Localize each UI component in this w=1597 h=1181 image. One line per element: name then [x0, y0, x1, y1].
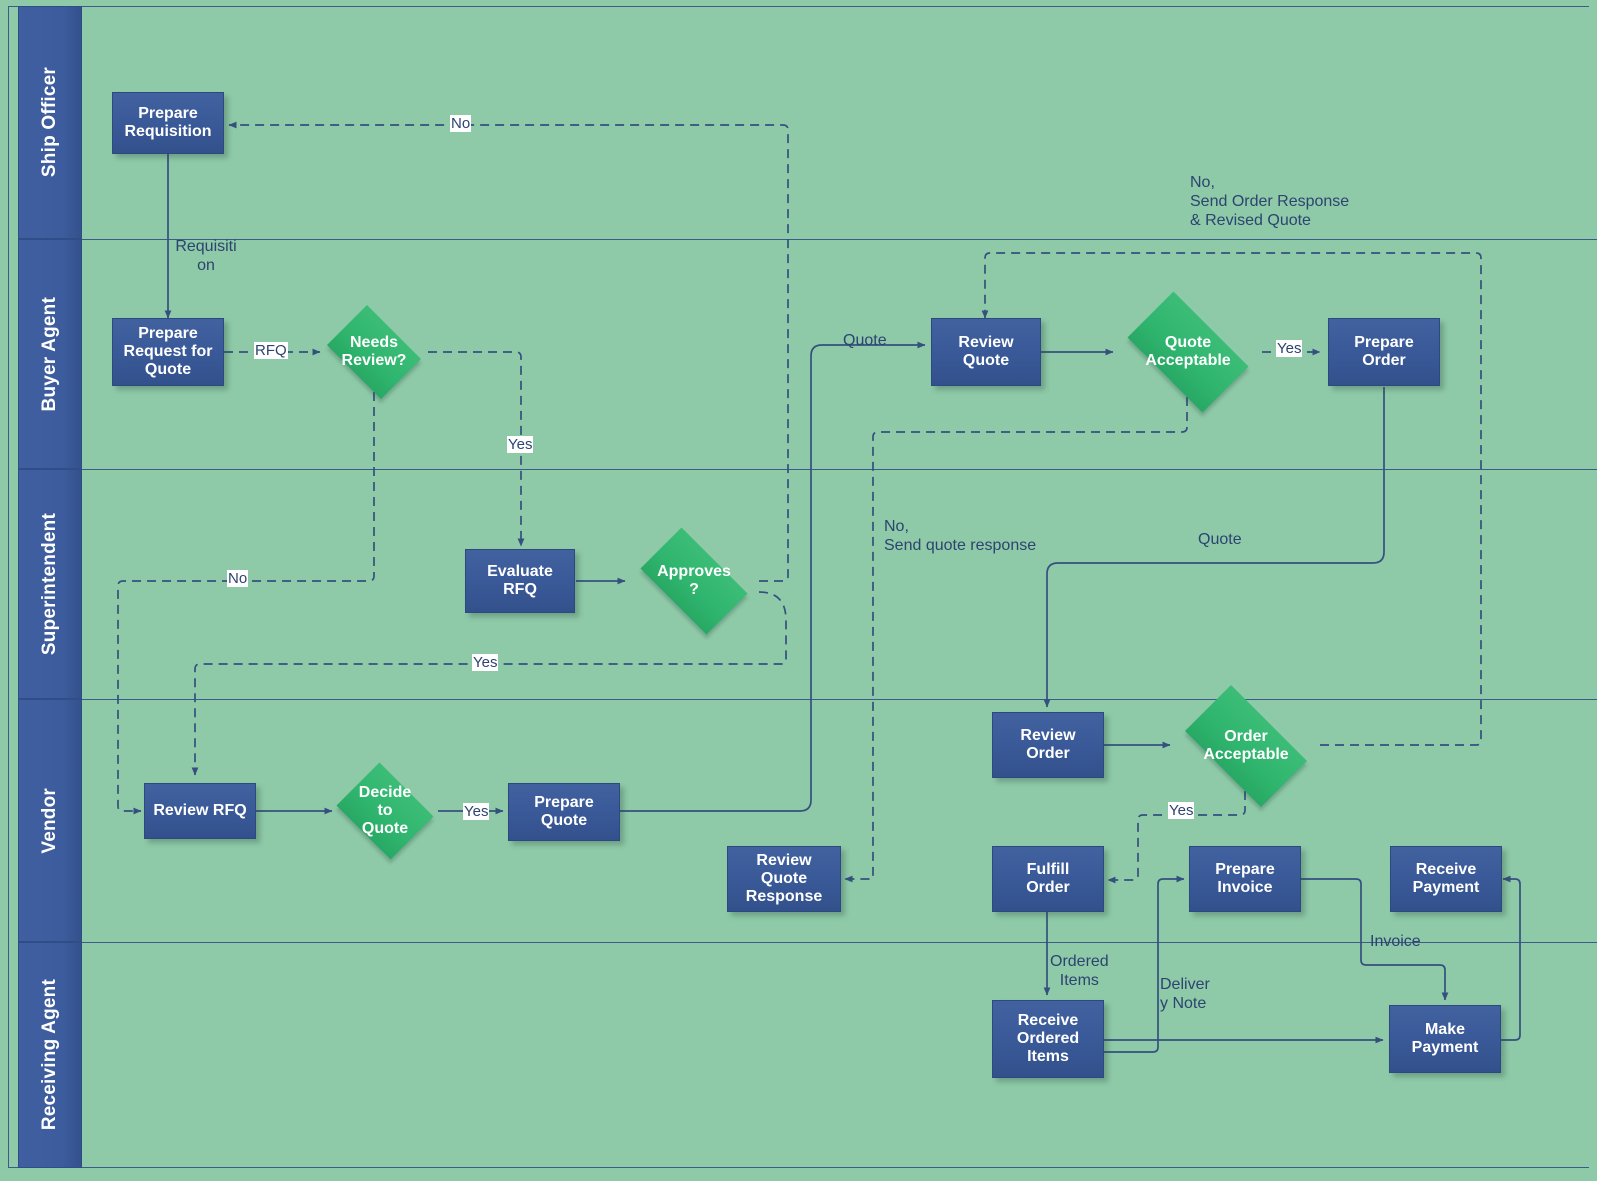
lane-label-superintendent: Superintendent: [39, 512, 60, 656]
lane-label-buyer-agent: Buyer Agent: [39, 296, 60, 412]
node-label-receive-ordered-items: Receive Ordered Items: [1016, 1012, 1080, 1065]
node-label-review-rfq: Review RFQ: [153, 802, 247, 820]
node-label-prepare-request-for-quote: Prepare Request for Quote: [123, 325, 213, 378]
node-label-prepare-requisition: Prepare Requisition: [124, 105, 212, 140]
node-prepare-invoice[interactable]: Prepare Invoice: [1189, 846, 1301, 912]
node-order-acceptable[interactable]: Order Acceptable: [1170, 685, 1322, 807]
edge-label-invoice: Invoice: [1370, 933, 1421, 950]
node-review-quote[interactable]: Review Quote: [931, 318, 1041, 386]
node-prepare-order[interactable]: Prepare Order: [1328, 318, 1440, 386]
edge-label-ordered-items: Ordered Items: [1050, 953, 1109, 990]
node-label-make-payment: Make Payment: [1411, 1021, 1479, 1056]
node-prepare-request-for-quote[interactable]: Prepare Request for Quote: [112, 318, 224, 386]
edge-label-quote-to-review: Quote: [843, 332, 887, 349]
node-approves[interactable]: Approves?: [628, 527, 760, 635]
node-fulfill-order[interactable]: Fulfill Order: [992, 846, 1104, 912]
node-label-evaluate-rfq: Evaluate RFQ: [487, 563, 553, 598]
edge-label-yes-order-acceptable: Yes: [1168, 802, 1195, 820]
lane-header-ship-officer: Ship Officer: [18, 6, 82, 239]
node-label-prepare-invoice: Prepare Invoice: [1215, 861, 1275, 896]
node-receive-ordered-items[interactable]: Receive Ordered Items: [992, 1000, 1104, 1078]
node-make-payment[interactable]: Make Payment: [1389, 1005, 1501, 1073]
edge-label-rfq: RFQ: [254, 342, 288, 360]
node-review-order[interactable]: Review Order: [992, 712, 1104, 778]
node-review-quote-response[interactable]: Review Quote Response: [727, 846, 841, 912]
node-label-prepare-order: Prepare Order: [1354, 334, 1414, 369]
node-label-review-order: Review Order: [1020, 727, 1076, 762]
edge-label-yes-quote-acceptable: Yes: [1276, 340, 1303, 358]
node-quote-acceptable[interactable]: Quote Acceptable: [1113, 291, 1263, 413]
node-receive-payment[interactable]: Receive Payment: [1390, 846, 1502, 912]
edge-label-no-send-quote-response: No, Send quote response: [884, 518, 1037, 555]
node-label-quote-acceptable: Quote Acceptable: [1145, 334, 1231, 369]
edge-label-delivery-note: Deliver y Note: [1160, 976, 1210, 1013]
node-label-review-quote-response: Review Quote Response: [745, 852, 823, 905]
lane-body-receiving-agent: [82, 942, 1597, 1167]
node-label-fulfill-order: Fulfill Order: [1026, 861, 1070, 896]
lane-header-superintendent: Superintendent: [18, 469, 82, 699]
node-evaluate-rfq[interactable]: Evaluate RFQ: [465, 549, 575, 613]
node-prepare-requisition[interactable]: Prepare Requisition: [112, 92, 224, 154]
lane-body-superintendent: [82, 469, 1597, 699]
edge-label-requisition: Requisiti on: [175, 238, 237, 275]
flowchart-canvas: Ship Officer Buyer Agent Superintendent …: [0, 0, 1597, 1181]
lane-header-vendor: Vendor: [18, 699, 82, 942]
lane-header-buyer-agent: Buyer Agent: [18, 239, 82, 469]
node-label-decide-to-quote: Decide to Quote: [358, 784, 412, 837]
node-label-order-acceptable: Order Acceptable: [1203, 728, 1289, 763]
edge-label-yes-approves: Yes: [472, 654, 499, 672]
edge-label-yes-needs-review: Yes: [507, 436, 534, 454]
node-label-prepare-quote: Prepare Quote: [534, 794, 594, 829]
lane-body-ship-officer: [82, 7, 1597, 239]
node-label-approves: Approves?: [657, 563, 731, 598]
lane-label-vendor: Vendor: [39, 787, 60, 854]
node-label-receive-payment: Receive Payment: [1412, 861, 1480, 896]
lane-header-receiving-agent: Receiving Agent: [18, 942, 82, 1168]
node-review-rfq[interactable]: Review RFQ: [144, 783, 256, 839]
edge-label-no-needs-review: No: [227, 570, 249, 588]
node-needs-review[interactable]: Needs Review?: [320, 305, 428, 399]
edge-label-no-top: No: [450, 115, 472, 133]
node-label-review-quote: Review Quote: [958, 334, 1014, 369]
lane-label-receiving-agent: Receiving Agent: [39, 979, 60, 1131]
edge-label-quote-to-review-order: Quote: [1198, 531, 1242, 548]
node-label-needs-review: Needs Review?: [341, 334, 407, 369]
node-decide-to-quote[interactable]: Decide to Quote: [331, 762, 439, 860]
edge-label-no-send-order-response: No, Send Order Response & Revised Quote: [1190, 174, 1350, 230]
edge-label-yes-decide-to-quote: Yes: [463, 803, 490, 821]
node-prepare-quote[interactable]: Prepare Quote: [508, 783, 620, 841]
lane-label-ship-officer: Ship Officer: [39, 67, 60, 178]
